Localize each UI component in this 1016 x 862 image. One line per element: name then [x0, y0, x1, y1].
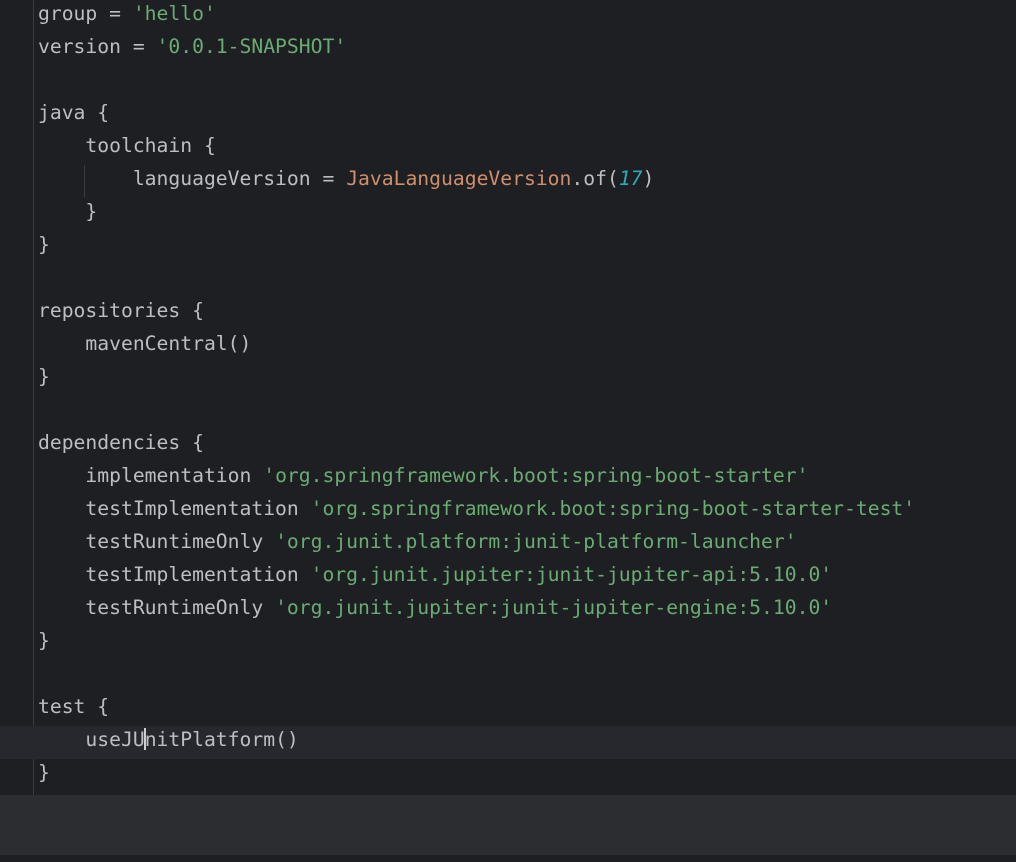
code-line-7[interactable]: } [0, 198, 1016, 231]
code-token: implementation [38, 464, 264, 487]
code-line-15[interactable]: implementation 'org.springframework.boot… [0, 462, 1016, 495]
class-name: JavaLanguageVersion [346, 167, 572, 190]
code-line-5[interactable]: toolchain { [0, 132, 1016, 165]
code-token: mavenCentral() [38, 332, 252, 355]
code-token: } [38, 629, 50, 652]
string-literal: 'org.junit.jupiter:junit-jupiter-api:5.1… [310, 563, 833, 586]
code-line-23-current[interactable]: useJUnitPlatform() [0, 726, 1016, 759]
number-literal: 17 [618, 167, 643, 190]
code-area[interactable]: group = 'hello' version = '0.0.1-SNAPSHO… [0, 0, 1016, 792]
string-literal: 'hello' [132, 2, 216, 25]
code-token: } [38, 365, 50, 388]
code-token: toolchain { [38, 134, 216, 157]
code-token: dependencies { [38, 431, 204, 454]
code-line-1[interactable]: group = 'hello' [0, 0, 1016, 33]
code-token: useJU [38, 728, 145, 751]
code-token: repositories { [38, 299, 204, 322]
code-token: } [38, 761, 50, 784]
code-line-11[interactable]: mavenCentral() [0, 330, 1016, 363]
code-token: group = [38, 2, 133, 25]
string-literal: '0.0.1-SNAPSHOT' [156, 35, 347, 58]
window-bottom-edge [0, 855, 1016, 862]
code-line-22[interactable]: test { [0, 693, 1016, 726]
code-line-19[interactable]: testRuntimeOnly 'org.junit.jupiter:junit… [0, 594, 1016, 627]
code-token: java { [38, 101, 110, 124]
code-line-12[interactable]: } [0, 363, 1016, 396]
code-line-21[interactable] [0, 660, 1016, 693]
code-line-9[interactable] [0, 264, 1016, 297]
string-literal: 'org.junit.jupiter:junit-jupiter-engine:… [275, 596, 833, 619]
code-token: testRuntimeOnly [38, 596, 276, 619]
code-token: ) [642, 167, 655, 190]
code-token: } [38, 200, 98, 223]
code-line-17[interactable]: testRuntimeOnly 'org.junit.platform:juni… [0, 528, 1016, 561]
code-token: nitPlatform() [144, 728, 299, 751]
code-line-10[interactable]: repositories { [0, 297, 1016, 330]
string-literal: 'org.springframework.boot:spring-boot-st… [263, 464, 809, 487]
string-literal: 'org.junit.platform:junit-platform-launc… [275, 530, 797, 553]
string-literal: 'org.springframework.boot:spring-boot-st… [310, 497, 916, 520]
code-line-2[interactable]: version = '0.0.1-SNAPSHOT' [0, 33, 1016, 66]
code-line-20[interactable]: } [0, 627, 1016, 660]
code-line-18[interactable]: testImplementation 'org.junit.jupiter:ju… [0, 561, 1016, 594]
code-line-24[interactable]: } [0, 759, 1016, 792]
code-line-6[interactable]: languageVersion = JavaLanguageVersion.of… [0, 165, 1016, 198]
code-token: testRuntimeOnly [38, 530, 276, 553]
code-token: test { [38, 695, 110, 718]
code-token: testImplementation [38, 563, 311, 586]
code-line-14[interactable]: dependencies { [0, 429, 1016, 462]
code-line-16[interactable]: testImplementation 'org.springframework.… [0, 495, 1016, 528]
code-line-4[interactable]: java { [0, 99, 1016, 132]
code-token: } [38, 233, 50, 256]
code-line-13[interactable] [0, 396, 1016, 429]
code-line-8[interactable]: } [0, 231, 1016, 264]
indent-guide [84, 165, 85, 198]
bottom-tool-panel [0, 795, 1016, 855]
code-token: testImplementation [38, 497, 311, 520]
code-editor[interactable]: group = 'hello' version = '0.0.1-SNAPSHO… [0, 0, 1016, 795]
code-line-3[interactable] [0, 66, 1016, 99]
code-token: .of( [571, 167, 619, 190]
code-token: version = [38, 35, 157, 58]
